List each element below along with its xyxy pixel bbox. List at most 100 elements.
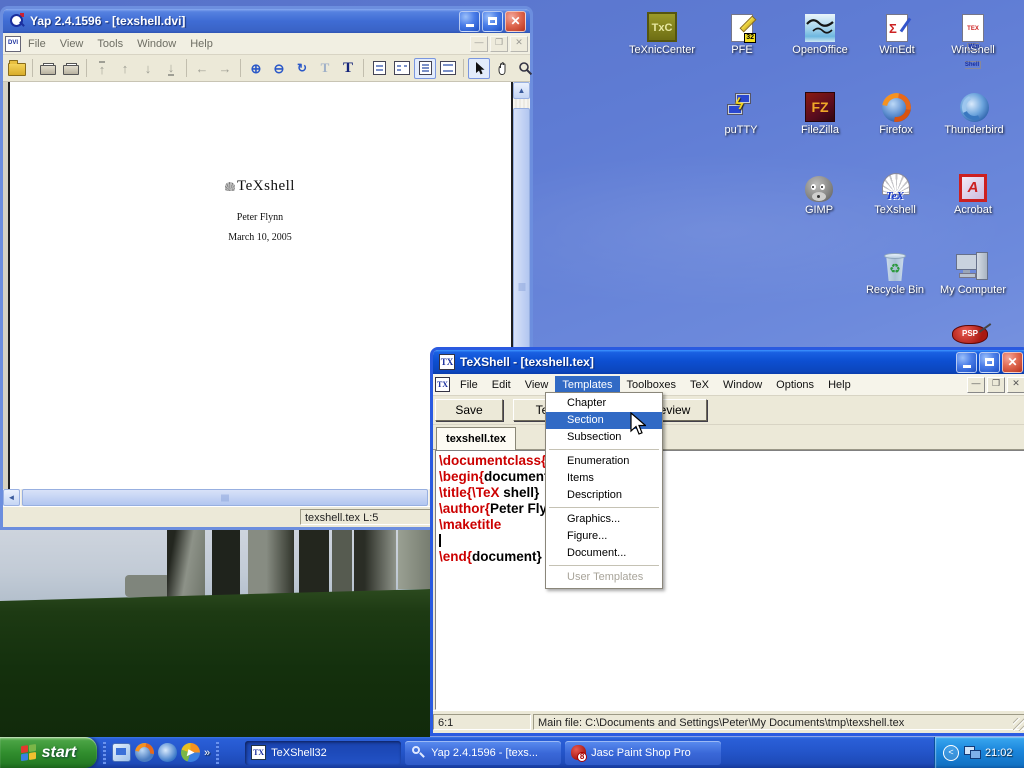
code-line-6: [439, 533, 1024, 549]
zoom-out-icon[interactable]: ⊖: [268, 58, 290, 79]
task-button-area: TXTeXShell32Yap 2.4.1596 - [texs...8Jasc…: [225, 737, 934, 768]
view-single-icon[interactable]: [368, 58, 390, 79]
toolbar-drag-handle[interactable]: [216, 742, 219, 764]
thunderbird-icon[interactable]: [158, 743, 177, 762]
view-facing-icon[interactable]: [437, 58, 459, 79]
winedt-icon: Σ: [857, 8, 937, 42]
menu-item-items[interactable]: Items: [546, 470, 662, 487]
yap-mdi-close-button[interactable]: ✕: [510, 36, 528, 52]
tray-collapse-chevron[interactable]: <: [943, 745, 959, 761]
magnifier-icon[interactable]: [514, 58, 536, 79]
desktop-icon-openoffice[interactable]: OpenOffice: [780, 8, 860, 56]
scroll-thumb[interactable]: [22, 489, 428, 506]
page-first-icon[interactable]: ↑: [91, 58, 113, 79]
desktop-icon-thunderbird[interactable]: Thunderbird: [934, 88, 1014, 136]
yap-mdi-minimize-button[interactable]: —: [470, 36, 488, 52]
texshell-menu-window[interactable]: Window: [716, 376, 769, 394]
text-bold-icon[interactable]: T: [337, 58, 359, 79]
texshell-menu-options[interactable]: Options: [769, 376, 821, 394]
desktop-icon-texniccenter[interactable]: TxCTeXnicCenter: [622, 8, 702, 56]
desktop-icon-acrobat[interactable]: AAcrobat: [933, 168, 1013, 216]
quick-launch-overflow-chevron[interactable]: »: [204, 747, 210, 759]
menu-item-document[interactable]: Document...: [546, 545, 662, 562]
forward-icon[interactable]: →: [214, 58, 236, 79]
toolbar-separator: [363, 59, 364, 77]
texshell-menu-templates[interactable]: Templates: [555, 376, 619, 394]
view-continuous-icon[interactable]: [414, 58, 436, 79]
yap-close-button[interactable]: ✕: [505, 11, 526, 32]
desktop-icon-putty[interactable]: ϟpuTTY: [701, 88, 781, 136]
print-copy-icon[interactable]: [60, 58, 82, 79]
desktop-icon-winedt[interactable]: ΣWinEdt: [857, 8, 937, 56]
network-tray-icon[interactable]: [964, 746, 980, 759]
desktop-icon-filezilla[interactable]: FZFileZilla: [780, 88, 860, 136]
texshell-maximize-button[interactable]: [979, 352, 1000, 373]
texshell-mdi-minimize-button[interactable]: —: [967, 377, 985, 393]
media-player-icon[interactable]: ▶: [181, 743, 200, 762]
wallpaper-stonehenge-photo: [0, 525, 430, 737]
menu-item-chapter[interactable]: Chapter: [546, 395, 662, 412]
desktop-icon-firefox[interactable]: Firefox: [856, 88, 936, 136]
yap-titlebar[interactable]: Yap 2.4.1596 - [texshell.dvi] ✕: [3, 9, 530, 33]
texshell-titlebar[interactable]: TX TeXShell - [texshell.tex] ✕: [433, 350, 1024, 374]
text-outline-icon[interactable]: T: [314, 58, 336, 79]
pointer-icon[interactable]: [468, 58, 490, 79]
desktop-icon-texshell[interactable]: TeXTeXshell: [855, 168, 935, 216]
texshell-menu-file[interactable]: File: [453, 376, 485, 394]
desktop-icon-mycomputer[interactable]: My Computer: [933, 248, 1013, 296]
scroll-left-button[interactable]: ◄: [3, 489, 20, 506]
open-icon[interactable]: [6, 58, 28, 79]
desktop-icon-recyclebin[interactable]: ♻Recycle Bin: [855, 248, 935, 296]
refresh-icon[interactable]: ↻: [291, 58, 313, 79]
menu-item-enumeration[interactable]: Enumeration: [546, 453, 662, 470]
desktop-icon-pfe[interactable]: 32PFE: [702, 8, 782, 56]
code-line-3: \title{\TeX shell}: [439, 485, 1024, 501]
texshell-menu-edit[interactable]: Edit: [485, 376, 518, 394]
yap-minimize-button[interactable]: [459, 11, 480, 32]
texshell-menu-toolboxes[interactable]: Toolboxes: [620, 376, 684, 394]
yap-maximize-button[interactable]: [482, 11, 503, 32]
yap-menu-window[interactable]: Window: [130, 35, 183, 53]
texshell-mdi-close-button[interactable]: ✕: [1007, 377, 1024, 393]
texshell-menu-view[interactable]: View: [518, 376, 556, 394]
view-double-icon[interactable]: [391, 58, 413, 79]
page-down-icon[interactable]: ↓: [137, 58, 159, 79]
texshell-window: TX TeXShell - [texshell.tex] ✕ TX FileEd…: [430, 347, 1024, 736]
back-icon[interactable]: ←: [191, 58, 213, 79]
desktop-icon-gimp[interactable]: GIMP: [779, 168, 859, 216]
firefox-icon[interactable]: [135, 743, 154, 762]
texshell-menu-help[interactable]: Help: [821, 376, 858, 394]
yap-mdi-restore-button[interactable]: ❐: [490, 36, 508, 52]
toolbar-drag-handle[interactable]: [103, 742, 106, 764]
menu-item-figure[interactable]: Figure...: [546, 528, 662, 545]
show-desktop-icon[interactable]: [112, 743, 131, 762]
taskbar-task-yap[interactable]: Yap 2.4.1596 - [texs...: [405, 741, 561, 765]
print-icon[interactable]: [37, 58, 59, 79]
toolbar-separator: [186, 59, 187, 77]
taskbar-task-psp[interactable]: 8Jasc Paint Shop Pro: [565, 741, 721, 765]
hand-icon[interactable]: [491, 58, 513, 79]
yap-menu-view[interactable]: View: [53, 35, 91, 53]
texshell-close-button[interactable]: ✕: [1002, 352, 1023, 373]
texshell-mdi-restore-button[interactable]: ❐: [987, 377, 1005, 393]
page-last-icon[interactable]: ↓: [160, 58, 182, 79]
latex-code-editor[interactable]: \documentclass{a\begin{document}\title{\…: [435, 450, 1024, 710]
yap-menu-file[interactable]: File: [21, 35, 53, 53]
taskbar-task-texshell[interactable]: TXTeXShell32: [245, 741, 401, 765]
yap-menu-tools[interactable]: Tools: [90, 35, 130, 53]
yap-menubar: DVI FileViewToolsWindowHelp —❐✕: [3, 33, 530, 55]
tab-texshell-tex[interactable]: texshell.tex: [436, 427, 516, 450]
page-up-icon[interactable]: ↑: [114, 58, 136, 79]
yap-menu-help[interactable]: Help: [183, 35, 220, 53]
save-button[interactable]: Save: [435, 399, 503, 421]
scroll-up-button[interactable]: ▲: [513, 82, 530, 99]
menu-item-graphics[interactable]: Graphics...: [546, 511, 662, 528]
start-button[interactable]: start: [0, 737, 97, 768]
menu-item-description[interactable]: Description: [546, 487, 662, 504]
desktop-icon-winshell[interactable]: TEXWinShellWinShell: [933, 8, 1013, 56]
texshell-minimize-button[interactable]: [956, 352, 977, 373]
desktop-icon-paint-shop-pro[interactable]: PSP: [952, 325, 992, 347]
resize-grip[interactable]: [1013, 718, 1024, 731]
texshell-menu-tex[interactable]: TeX: [683, 376, 716, 394]
zoom-in-icon[interactable]: ⊕: [245, 58, 267, 79]
